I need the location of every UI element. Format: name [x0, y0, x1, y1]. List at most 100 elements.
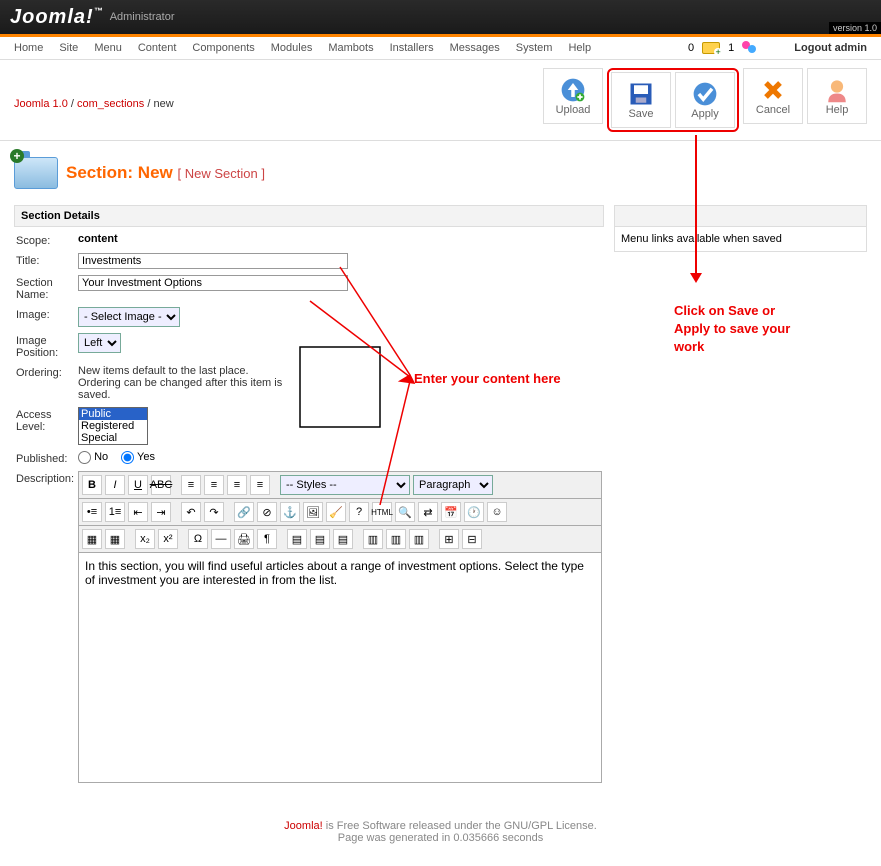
tbl-del-row-button[interactable]: ▤: [333, 529, 353, 549]
description-editor[interactable]: [78, 553, 602, 783]
bullet-list-button[interactable]: •≡: [82, 502, 102, 522]
print-button[interactable]: 🖨: [234, 529, 254, 549]
cancel-button[interactable]: Cancel: [743, 68, 803, 124]
title-input[interactable]: [78, 253, 348, 269]
menu-mambots[interactable]: Mambots: [328, 42, 373, 54]
menu-site[interactable]: Site: [59, 42, 78, 54]
footer-text: is Free Software released under the GNU/…: [323, 820, 597, 832]
section-name-label: Section Name:: [16, 275, 78, 301]
image-select[interactable]: - Select Image -: [78, 307, 180, 327]
visual-button[interactable]: ¶: [257, 529, 277, 549]
underline-button[interactable]: U: [128, 475, 148, 495]
italic-button[interactable]: I: [105, 475, 125, 495]
menu-components[interactable]: Components: [192, 42, 254, 54]
toolbar-buttons: Upload Save Apply Cancel Help: [543, 68, 867, 132]
menu-system[interactable]: System: [516, 42, 553, 54]
tbl-col-after-button[interactable]: ▥: [386, 529, 406, 549]
logo-subtitle: Administrator: [110, 11, 175, 23]
strike-button[interactable]: ABC: [151, 475, 171, 495]
tbl-col-before-button[interactable]: ▥: [363, 529, 383, 549]
number-list-button[interactable]: 1≡: [105, 502, 125, 522]
cancel-icon: [759, 76, 787, 104]
apply-button[interactable]: Apply: [675, 72, 735, 128]
table-button[interactable]: ▦: [82, 529, 102, 549]
align-justify-button[interactable]: ≡: [250, 475, 270, 495]
bold-button[interactable]: B: [82, 475, 102, 495]
menu-links-note: Menu links available when saved: [614, 227, 867, 252]
format-select[interactable]: Paragraph: [413, 475, 493, 495]
version-tag: version 1.0: [829, 22, 881, 34]
toolbar-row: Joomla 1.0 / com_sections / new Upload S…: [0, 60, 881, 141]
help-icon: [823, 76, 851, 104]
menu-home[interactable]: Home: [14, 42, 43, 54]
menu-installers[interactable]: Installers: [390, 42, 434, 54]
anchor-button[interactable]: ⚓: [280, 502, 300, 522]
link-button[interactable]: 🔗: [234, 502, 254, 522]
menu-messages[interactable]: Messages: [450, 42, 500, 54]
section-details-header: Section Details: [14, 205, 604, 227]
image-button[interactable]: 🖼: [303, 502, 323, 522]
save-button[interactable]: Save: [611, 72, 671, 128]
outdent-button[interactable]: ⇤: [128, 502, 148, 522]
access-public[interactable]: Public: [79, 408, 147, 420]
save-icon: [627, 80, 655, 108]
published-yes[interactable]: Yes: [121, 451, 155, 463]
tbl-row-before-button[interactable]: ▤: [287, 529, 307, 549]
access-registered[interactable]: Registered: [79, 420, 147, 432]
users-icon[interactable]: [742, 41, 758, 55]
split-button[interactable]: ⊟: [462, 529, 482, 549]
merge-button[interactable]: ⊞: [439, 529, 459, 549]
bc-component[interactable]: com_sections: [77, 98, 144, 110]
align-right-button[interactable]: ≡: [227, 475, 247, 495]
scope-label: Scope:: [16, 233, 78, 247]
find-button[interactable]: 🔍: [395, 502, 415, 522]
logout-link[interactable]: Logout admin: [794, 42, 867, 54]
emoji-button[interactable]: ☺: [487, 502, 507, 522]
footer: Joomla! is Free Software released under …: [0, 812, 881, 852]
breadcrumb: Joomla 1.0 / com_sections / new: [14, 98, 174, 110]
access-special[interactable]: Special: [79, 432, 147, 444]
indent-button[interactable]: ⇥: [151, 502, 171, 522]
footer-joomla[interactable]: Joomla!: [284, 820, 323, 832]
image-label: Image:: [16, 307, 78, 327]
sup-button[interactable]: x²: [158, 529, 178, 549]
menu-help[interactable]: Help: [568, 42, 591, 54]
save-apply-highlight: Save Apply: [607, 68, 739, 132]
content-area: Section Details Scope: content Title: Se…: [0, 205, 881, 812]
bc-root[interactable]: Joomla 1.0: [14, 98, 68, 110]
unlink-button[interactable]: ⊘: [257, 502, 277, 522]
align-center-button[interactable]: ≡: [204, 475, 224, 495]
section-icon: +: [14, 155, 58, 191]
scope-value: content: [78, 233, 118, 245]
published-no[interactable]: No: [78, 451, 108, 463]
mail-icon[interactable]: [702, 42, 720, 54]
help-editor-button[interactable]: ?: [349, 502, 369, 522]
table2-button[interactable]: ▦: [105, 529, 125, 549]
html-button[interactable]: HTML: [372, 502, 392, 522]
help-button[interactable]: Help: [807, 68, 867, 124]
align-left-button[interactable]: ≡: [181, 475, 201, 495]
access-level-list[interactable]: Public Registered Special: [78, 407, 148, 445]
menu-menu[interactable]: Menu: [94, 42, 122, 54]
undo-button[interactable]: ↶: [181, 502, 201, 522]
char-button[interactable]: Ω: [188, 529, 208, 549]
mail-count: 0: [688, 42, 694, 54]
date-button[interactable]: 📅: [441, 502, 461, 522]
tbl-row-after-button[interactable]: ▤: [310, 529, 330, 549]
image-position-select[interactable]: Left: [78, 333, 121, 353]
upload-button[interactable]: Upload: [543, 68, 603, 124]
menu-bar: Home Site Menu Content Components Module…: [0, 37, 881, 60]
annotation-save-apply: Click on Save or Apply to save your work: [674, 302, 814, 357]
redo-button[interactable]: ↷: [204, 502, 224, 522]
time-button[interactable]: 🕐: [464, 502, 484, 522]
menu-content[interactable]: Content: [138, 42, 177, 54]
cleanup-button[interactable]: 🧹: [326, 502, 346, 522]
replace-button[interactable]: ⇄: [418, 502, 438, 522]
hr-button[interactable]: —: [211, 529, 231, 549]
menu-right: 0 1 Logout admin: [688, 41, 867, 55]
styles-select[interactable]: -- Styles --: [280, 475, 410, 495]
section-name-input[interactable]: [78, 275, 348, 291]
sub-button[interactable]: x₂: [135, 529, 155, 549]
menu-modules[interactable]: Modules: [271, 42, 313, 54]
tbl-del-col-button[interactable]: ▥: [409, 529, 429, 549]
